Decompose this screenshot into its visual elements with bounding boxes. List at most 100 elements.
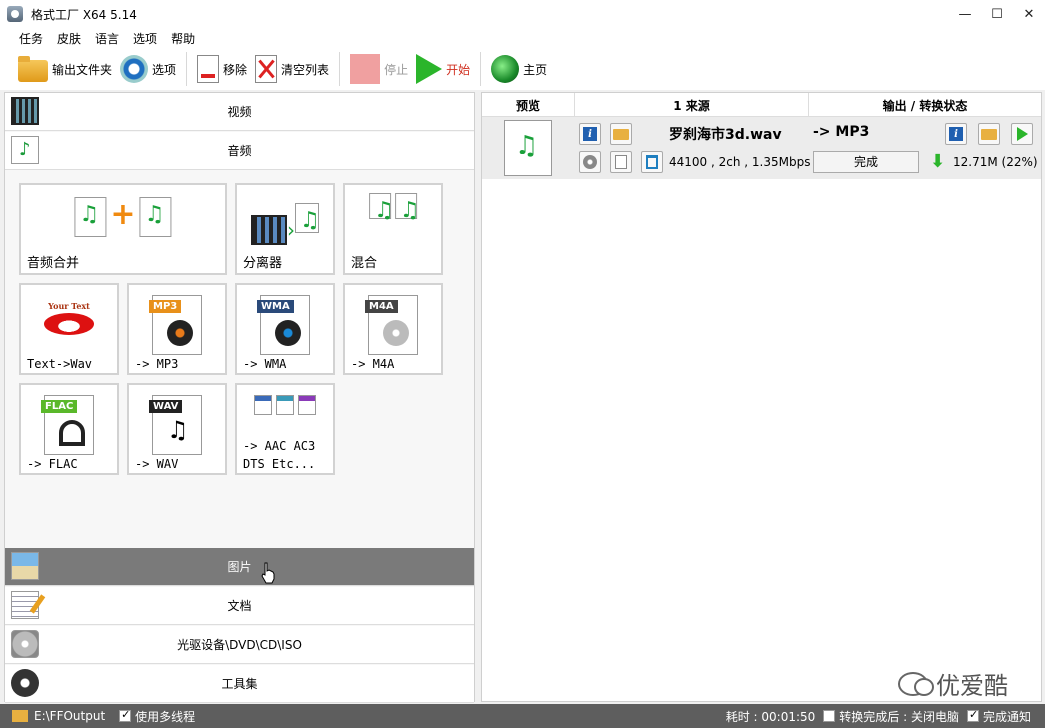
clear-list-label: 清空列表: [281, 62, 330, 77]
output-folder-button[interactable]: [978, 123, 1000, 145]
flac-badge: FLAC: [41, 400, 78, 413]
source-folder-button[interactable]: [610, 123, 632, 145]
source-settings-button[interactable]: [579, 151, 601, 173]
output-size-value: 12.71M: [953, 155, 998, 169]
globe-icon: [491, 55, 520, 83]
tile-audio-merge[interactable]: + 音频合并: [19, 183, 227, 275]
close-button[interactable]: ✕: [1013, 0, 1045, 28]
menu-skin[interactable]: 皮肤: [50, 30, 88, 47]
play-icon: [416, 54, 443, 84]
film-icon: [11, 97, 39, 125]
category-tools[interactable]: 工具集: [5, 665, 474, 703]
merge-art: +: [74, 197, 172, 240]
source-file-name: 罗刹海市3d.wav: [669, 127, 782, 143]
home-button[interactable]: 主页: [487, 51, 551, 87]
after-convert-label: 转换完成后 : 关闭电脑: [839, 709, 959, 724]
clear-list-button[interactable]: 清空列表: [251, 51, 333, 87]
menu-options[interactable]: 选项: [126, 30, 164, 47]
category-video[interactable]: 视频: [5, 93, 474, 131]
aac-file-icon: [254, 395, 272, 415]
wma-file-icon: WMA: [257, 295, 310, 355]
tile-splitter[interactable]: › 分离器: [235, 183, 335, 275]
toolbar-divider: [186, 52, 188, 86]
tile-wma[interactable]: WMA -> WMA: [235, 283, 335, 375]
header-preview: 预览: [482, 93, 575, 117]
tile-aac-label-line2: DTS Etc...: [243, 457, 316, 471]
window-title: 格式工厂 X64 5.14: [31, 7, 137, 22]
aac-art: [254, 391, 316, 415]
notify-checkbox[interactable]: [966, 708, 979, 722]
output-folder-label: 输出文件夹: [52, 62, 113, 77]
source-info-button[interactable]: i: [579, 123, 601, 145]
source-edit-button[interactable]: [610, 151, 632, 173]
tile-aac-label-line1: -> AAC AC3: [243, 439, 316, 453]
tile-mp3[interactable]: MP3 -> MP3: [127, 283, 227, 375]
trash-icon: [646, 155, 658, 169]
output-play-button[interactable]: [1011, 123, 1033, 145]
remove-document-icon: [197, 55, 220, 83]
tile-aac-ac3-dts[interactable]: -> AAC AC3 DTS Etc...: [235, 383, 335, 475]
table-row[interactable]: i 罗刹海市3d.wav 44100 , 2ch , 1.35Mbps -> M…: [482, 117, 1041, 179]
tile-flac-label: -> FLAC: [27, 457, 78, 471]
minimize-button[interactable]: —: [949, 0, 981, 28]
flac-file-icon: FLAC: [41, 395, 94, 455]
output-info-button[interactable]: i: [945, 123, 967, 145]
category-document-label: 文档: [227, 599, 252, 613]
stop-button[interactable]: 停止: [346, 51, 412, 87]
folder-icon: [18, 56, 48, 82]
status-bar: E:\FFOutput 使用多线程 耗时 : 00:01:50 转换完成后 : …: [0, 704, 1045, 728]
output-path[interactable]: E:\FFOutput: [34, 709, 105, 723]
tile-wav-label: -> WAV: [135, 457, 179, 471]
category-image[interactable]: 图片: [5, 548, 474, 586]
after-convert-checkbox[interactable]: [823, 710, 836, 722]
source-delete-button[interactable]: [641, 151, 663, 173]
options-button[interactable]: 选项: [116, 51, 180, 87]
elapsed-time: 耗时 : 00:01:50: [725, 709, 816, 724]
window-controls: — ☐ ✕: [949, 0, 1045, 28]
tile-m4a[interactable]: M4A -> M4A: [343, 283, 443, 375]
output-format: -> MP3: [813, 124, 870, 140]
menu-language[interactable]: 语言: [88, 30, 126, 47]
toolbar-divider: [339, 52, 341, 86]
tile-wma-label: -> WMA: [243, 357, 287, 371]
tile-text-to-wav[interactable]: Your Text Text->Wav: [19, 283, 119, 375]
document-icon: [11, 591, 39, 619]
category-disc[interactable]: 光驱设备\DVD\CD\ISO: [5, 626, 474, 664]
output-size: 12.71M (22%): [953, 155, 1038, 169]
film-reel-icon: [11, 669, 39, 697]
music-file-icon: [369, 193, 394, 223]
tile-flac[interactable]: FLAC -> FLAC: [19, 383, 119, 475]
options-label: 选项: [152, 62, 177, 77]
menu-help[interactable]: 帮助: [164, 30, 202, 47]
disc-drive-icon: [11, 630, 39, 658]
category-audio[interactable]: 音频: [5, 132, 474, 170]
title-bar: 格式工厂 X64 5.14 — ☐ ✕: [0, 0, 1045, 28]
tile-mix[interactable]: 混合: [343, 183, 443, 275]
gear-icon: [583, 155, 597, 169]
tile-wav[interactable]: WAV ♫ -> WAV: [127, 383, 227, 475]
output-folder-button[interactable]: 输出文件夹: [14, 51, 116, 87]
task-list-panel: 预览 1 来源 输出 / 转换状态 i 罗刹海市3d.wav 44100 , 2…: [481, 92, 1042, 702]
folder-icon: [613, 128, 629, 140]
music-file-icon: [295, 203, 320, 233]
source-file-info: 44100 , 2ch , 1.35Mbps: [669, 155, 811, 169]
category-audio-label: 音频: [227, 144, 252, 158]
mp3-file-icon: MP3: [149, 295, 202, 355]
status-button[interactable]: 完成: [813, 151, 919, 173]
header-output: 输出 / 转换状态: [882, 98, 968, 113]
info-icon: i: [949, 127, 963, 141]
multithread-checkbox[interactable]: [119, 708, 132, 722]
lips-icon: [44, 313, 94, 335]
category-document[interactable]: 文档: [5, 587, 474, 625]
disc-icon: [383, 320, 409, 346]
notify-label: 完成通知: [982, 709, 1031, 724]
disc-icon: [275, 320, 301, 346]
header-source: 1 来源: [575, 93, 809, 117]
maximize-button[interactable]: ☐: [981, 0, 1013, 28]
tile-audio-merge-label: 音频合并: [27, 256, 80, 271]
mp3-badge: MP3: [149, 300, 182, 313]
remove-button[interactable]: 移除: [193, 51, 251, 87]
start-button[interactable]: 开始: [412, 51, 474, 87]
plus-icon: +: [110, 197, 136, 232]
menu-task[interactable]: 任务: [12, 30, 50, 47]
